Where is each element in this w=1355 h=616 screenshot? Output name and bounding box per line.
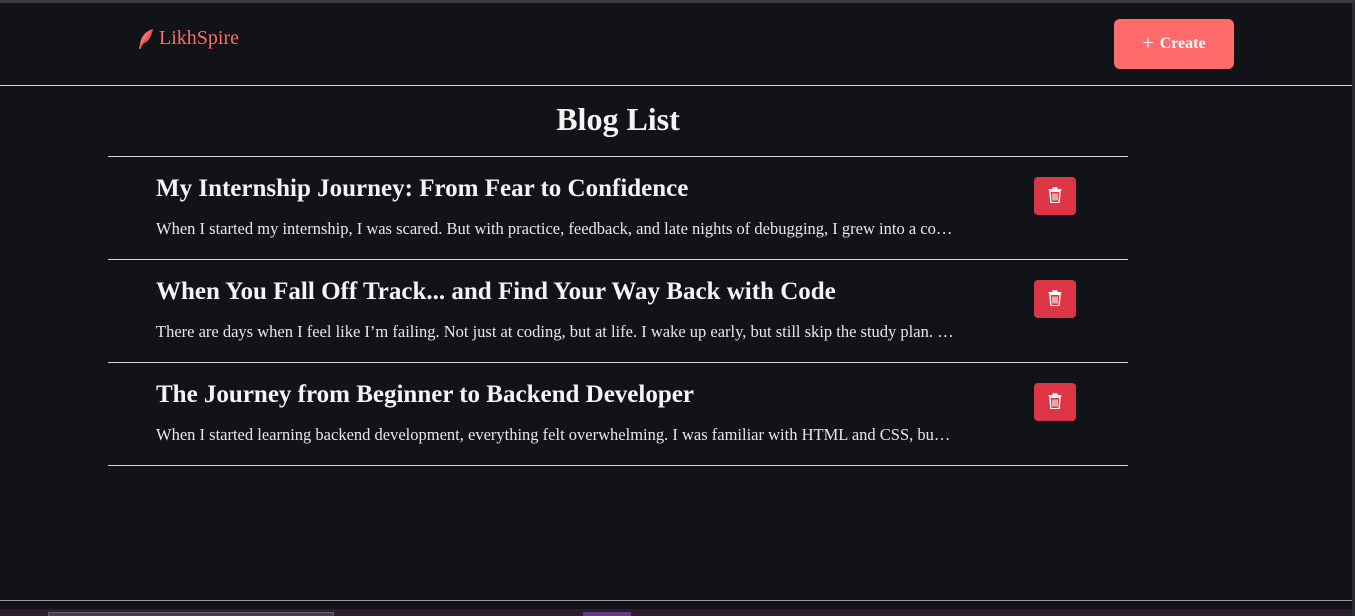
brand-name: LikhSpire — [159, 27, 239, 49]
trash-icon — [1048, 186, 1062, 206]
page-title: Blog List — [556, 101, 680, 137]
taskbar-app-item[interactable] — [583, 612, 631, 616]
create-button[interactable]: + Create — [1114, 19, 1234, 69]
blog-list: My Internship Journey: From Fear to Conf… — [108, 156, 1128, 466]
blog-list-item[interactable]: The Journey from Beginner to Backend Dev… — [108, 362, 1128, 466]
brand-logo-link[interactable]: LikhSpire — [137, 27, 239, 50]
create-button-label: Create — [1159, 35, 1206, 52]
delete-button[interactable] — [1034, 280, 1076, 318]
navbar: LikhSpire + Create — [0, 3, 1352, 86]
delete-button[interactable] — [1034, 383, 1076, 421]
delete-button[interactable] — [1034, 177, 1076, 215]
post-title[interactable]: The Journey from Beginner to Backend Dev… — [156, 381, 694, 409]
post-excerpt: When I started learning backend developm… — [156, 425, 951, 444]
post-excerpt: There are days when I feel like I’m fail… — [156, 322, 954, 341]
footer-divider — [0, 600, 1352, 601]
trash-icon — [1048, 289, 1062, 309]
post-excerpt: When I started my internship, I was scar… — [156, 219, 953, 238]
blog-list-item[interactable]: My Internship Journey: From Fear to Conf… — [108, 156, 1128, 259]
taskbar-window-item[interactable] — [48, 612, 334, 616]
blog-list-item[interactable]: When You Fall Off Track... and Find Your… — [108, 259, 1128, 362]
trash-icon — [1048, 392, 1062, 412]
os-taskbar — [0, 609, 1352, 616]
plus-icon: + — [1142, 32, 1154, 54]
post-title[interactable]: My Internship Journey: From Fear to Conf… — [156, 175, 688, 203]
feather-icon — [137, 28, 155, 50]
post-title[interactable]: When You Fall Off Track... and Find Your… — [156, 278, 836, 306]
app-page: LikhSpire + Create Blog List My Internsh… — [0, 0, 1355, 616]
